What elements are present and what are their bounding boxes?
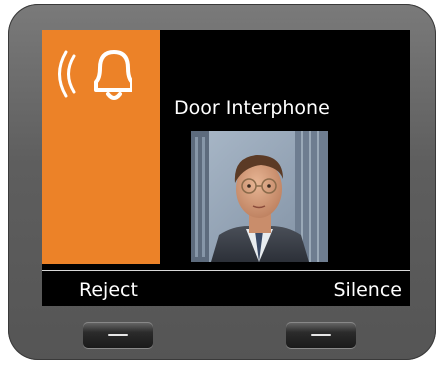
softkey-divider [42, 270, 410, 271]
right-softkey-button[interactable] [286, 322, 356, 348]
caller-photo [191, 131, 328, 262]
reject-softkey-label[interactable]: Reject [79, 278, 138, 302]
silence-softkey-label[interactable]: Silence [334, 278, 403, 302]
display-screen: Door Interphone Reject Silence [42, 30, 410, 306]
ringing-bell-icon [58, 50, 132, 100]
call-status-panel [42, 30, 160, 264]
left-softkey-button[interactable] [83, 322, 153, 348]
caller-name: Door Interphone [174, 97, 330, 119]
